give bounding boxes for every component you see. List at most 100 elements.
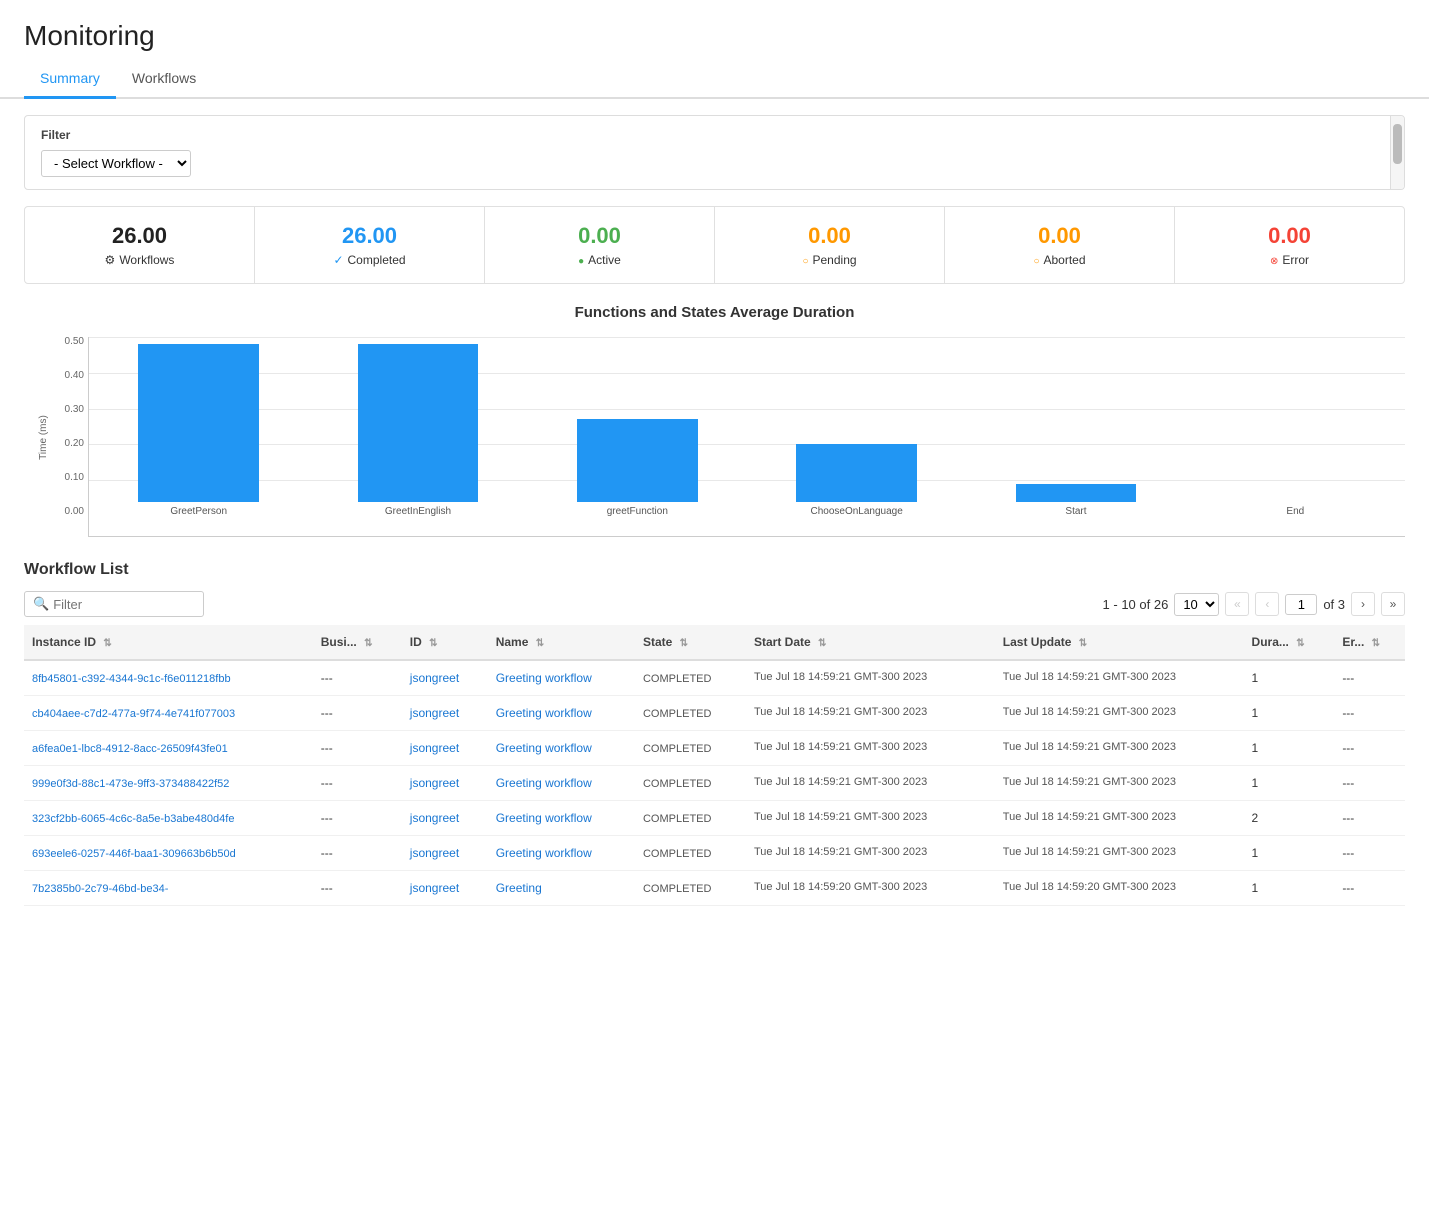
pagination-range: 1 - 10 of 26 — [1103, 597, 1169, 612]
instance-id-cell[interactable]: 7b2385b0-2c79-46bd-be34- — [32, 883, 168, 895]
bar-chooseonlanguage: ChooseOnLanguage — [747, 337, 966, 517]
business-id-cell: --- — [313, 801, 402, 836]
next-page-button[interactable]: › — [1351, 592, 1375, 616]
workflow-filter-select[interactable]: - Select Workflow - — [41, 150, 191, 177]
col-instance-id[interactable]: Instance ID ⇅ — [24, 625, 313, 660]
state-cell: COMPLETED — [643, 848, 711, 860]
start-date-cell: Tue Jul 18 14:59:21 GMT-300 2023 — [746, 731, 995, 766]
tab-summary[interactable]: Summary — [24, 60, 116, 99]
y-tick-2: 0.20 — [52, 439, 84, 449]
col-duration[interactable]: Dura... ⇅ — [1244, 625, 1335, 660]
id-cell[interactable]: jsongreet — [410, 741, 459, 755]
pagination: 1 - 10 of 26 10 25 50 « ‹ 1 of 3 › » — [1103, 592, 1405, 616]
name-cell[interactable]: Greeting workflow — [496, 671, 592, 685]
list-controls: 🔍 1 - 10 of 26 10 25 50 « ‹ 1 of 3 › » — [24, 591, 1405, 617]
col-name[interactable]: Name ⇅ — [488, 625, 635, 660]
duration-cell: 2 — [1244, 801, 1335, 836]
table-row: 999e0f3d-88c1-473e-9ff3-373488422f52 ---… — [24, 766, 1405, 801]
bar-greetperson: GreetPerson — [89, 337, 308, 517]
col-error[interactable]: Er... ⇅ — [1334, 625, 1405, 660]
main-content: Filter - Select Workflow - 26.00 Workflo… — [0, 99, 1429, 922]
last-update-cell: Tue Jul 18 14:59:21 GMT-300 2023 — [995, 801, 1244, 836]
instance-id-cell[interactable]: cb404aee-c7d2-477a-9f74-4e741f077003 — [32, 708, 235, 720]
stat-error-label: Error — [1195, 253, 1384, 267]
name-cell[interactable]: Greeting workflow — [496, 741, 592, 755]
state-cell: COMPLETED — [643, 813, 711, 825]
duration-cell: 1 — [1244, 660, 1335, 696]
last-update-cell: Tue Jul 18 14:59:21 GMT-300 2023 — [995, 731, 1244, 766]
table-row: 7b2385b0-2c79-46bd-be34- --- jsongreet G… — [24, 871, 1405, 906]
name-cell[interactable]: Greeting workflow — [496, 776, 592, 790]
id-cell[interactable]: jsongreet — [410, 811, 459, 825]
start-date-cell: Tue Jul 18 14:59:21 GMT-300 2023 — [746, 696, 995, 731]
id-cell[interactable]: jsongreet — [410, 776, 459, 790]
instance-id-cell[interactable]: 693eele6-0257-446f-baa1-309663b6b50d — [32, 848, 236, 860]
id-cell[interactable]: jsongreet — [410, 706, 459, 720]
col-id[interactable]: ID ⇅ — [402, 625, 488, 660]
stat-pending-label: Pending — [735, 253, 924, 267]
instance-id-cell[interactable]: 323cf2bb-6065-4c6c-8a5e-b3abe480d4fe — [32, 813, 234, 825]
prev-page-button[interactable]: ‹ — [1255, 592, 1279, 616]
stat-active: 0.00 Active — [485, 207, 715, 283]
stat-error: 0.00 Error — [1175, 207, 1404, 283]
filter-input-wrap[interactable]: 🔍 — [24, 591, 204, 617]
start-date-cell: Tue Jul 18 14:59:21 GMT-300 2023 — [746, 801, 995, 836]
circle-green-icon — [578, 253, 584, 267]
y-tick-3: 0.30 — [52, 405, 84, 415]
col-start-date[interactable]: Start Date ⇅ — [746, 625, 995, 660]
table-body: 8fb45801-c392-4344-9c1c-f6e011218fbb ---… — [24, 660, 1405, 906]
last-update-cell: Tue Jul 18 14:59:21 GMT-300 2023 — [995, 660, 1244, 696]
business-id-cell: --- — [313, 660, 402, 696]
chart-title: Functions and States Average Duration — [24, 304, 1405, 321]
workflows-icon — [105, 253, 116, 267]
error-cell: --- — [1334, 696, 1405, 731]
col-last-update[interactable]: Last Update ⇅ — [995, 625, 1244, 660]
sort-state-icon: ⇅ — [680, 638, 688, 649]
scrollbar[interactable] — [1390, 116, 1404, 189]
filter-label: Filter — [41, 128, 1376, 142]
last-page-button[interactable]: » — [1381, 592, 1405, 616]
duration-cell: 1 — [1244, 696, 1335, 731]
last-update-cell: Tue Jul 18 14:59:20 GMT-300 2023 — [995, 871, 1244, 906]
stat-aborted-label: Aborted — [965, 253, 1154, 267]
table-row: 693eele6-0257-446f-baa1-309663b6b50d ---… — [24, 836, 1405, 871]
chart-bars: GreetPerson GreetInEnglish greetFunction… — [89, 337, 1405, 517]
name-cell[interactable]: Greeting workflow — [496, 811, 592, 825]
list-filter-input[interactable] — [53, 597, 195, 612]
tab-workflows[interactable]: Workflows — [116, 60, 212, 99]
name-cell[interactable]: Greeting workflow — [496, 706, 592, 720]
id-cell[interactable]: jsongreet — [410, 881, 459, 895]
circle-amber-icon — [1033, 253, 1039, 267]
stat-completed: 26.00 Completed — [255, 207, 485, 283]
stats-row: 26.00 Workflows 26.00 Completed 0.00 Act… — [24, 206, 1405, 284]
id-cell[interactable]: jsongreet — [410, 846, 459, 860]
circle-red-icon — [1270, 253, 1278, 267]
instance-id-cell[interactable]: a6fea0e1-lbc8-4912-8acc-26509f43fe01 — [32, 743, 228, 755]
start-date-cell: Tue Jul 18 14:59:21 GMT-300 2023 — [746, 660, 995, 696]
first-page-button[interactable]: « — [1225, 592, 1249, 616]
name-cell[interactable]: Greeting workflow — [496, 846, 592, 860]
last-update-cell: Tue Jul 18 14:59:21 GMT-300 2023 — [995, 766, 1244, 801]
col-business-id[interactable]: Busi... ⇅ — [313, 625, 402, 660]
table-row: 323cf2bb-6065-4c6c-8a5e-b3abe480d4fe ---… — [24, 801, 1405, 836]
sort-name-icon: ⇅ — [536, 638, 544, 649]
col-state[interactable]: State ⇅ — [635, 625, 746, 660]
check-icon — [333, 253, 343, 267]
name-cell[interactable]: Greeting — [496, 881, 542, 895]
instance-id-cell[interactable]: 8fb45801-c392-4344-9c1c-f6e011218fbb — [32, 673, 231, 685]
workflow-list-section: Workflow List 🔍 1 - 10 of 26 10 25 50 « … — [24, 561, 1405, 906]
page-number-input[interactable]: 1 — [1285, 594, 1317, 615]
sort-start-date-icon: ⇅ — [818, 638, 826, 649]
id-cell[interactable]: jsongreet — [410, 671, 459, 685]
stat-aborted: 0.00 Aborted — [945, 207, 1175, 283]
duration-cell: 1 — [1244, 871, 1335, 906]
error-cell: --- — [1334, 871, 1405, 906]
error-cell: --- — [1334, 660, 1405, 696]
y-tick-1: 0.10 — [52, 473, 84, 483]
stat-active-label: Active — [505, 253, 694, 267]
page-title: Monitoring — [24, 20, 1405, 52]
last-update-cell: Tue Jul 18 14:59:21 GMT-300 2023 — [995, 836, 1244, 871]
y-tick-0: 0.00 — [52, 507, 84, 517]
instance-id-cell[interactable]: 999e0f3d-88c1-473e-9ff3-373488422f52 — [32, 778, 229, 790]
rows-per-page-select[interactable]: 10 25 50 — [1174, 593, 1219, 616]
